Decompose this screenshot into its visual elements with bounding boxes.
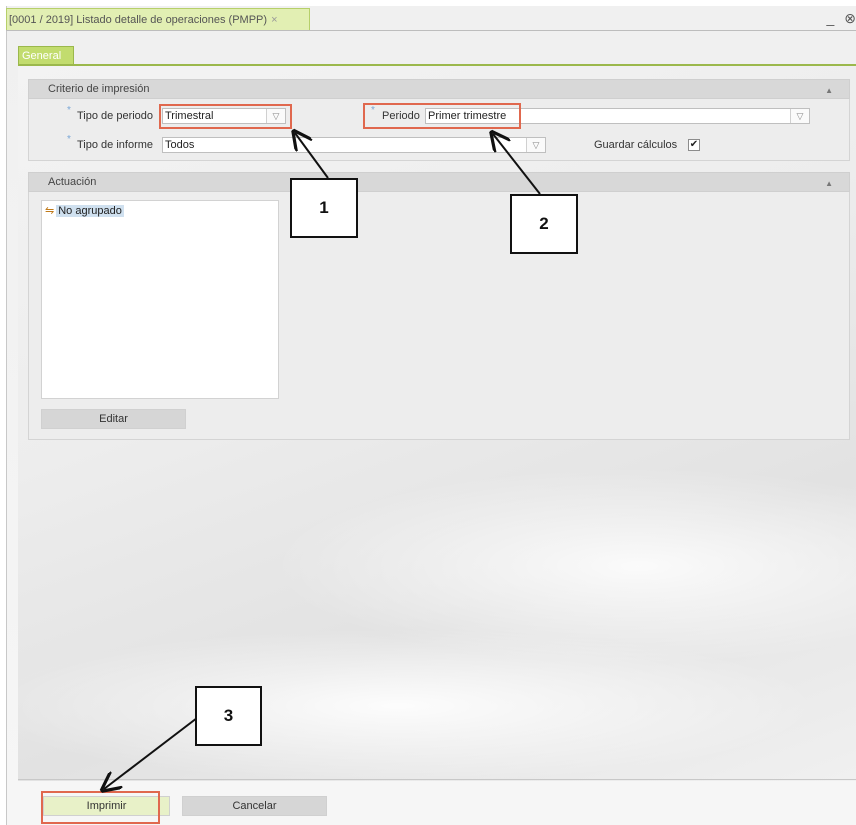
arrow-1 [295,133,329,179]
callout-3: 3 [195,686,262,746]
arrow-2 [493,134,541,195]
arrow-3 [104,717,198,789]
annotation-arrows [0,0,541,825]
callout-1: 1 [290,178,358,238]
callout-2: 2 [510,194,578,254]
